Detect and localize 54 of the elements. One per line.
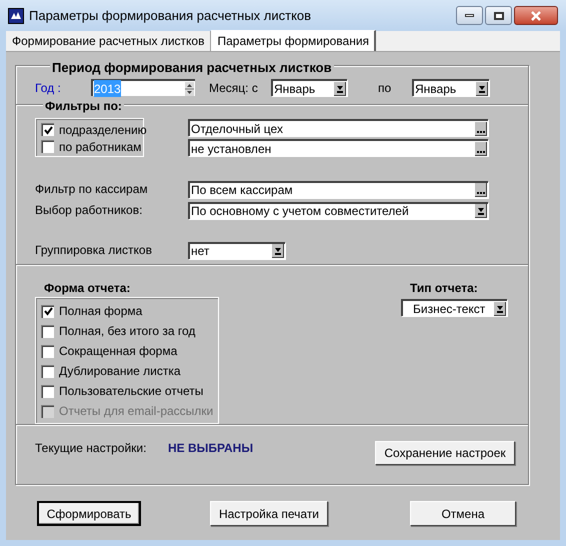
checkbox-label[interactable]: Пользовательские отчеты bbox=[59, 382, 204, 400]
field-label: Выбор работников: bbox=[35, 202, 144, 219]
field-label: по bbox=[378, 80, 392, 96]
month-dropdown[interactable]: Январь bbox=[412, 79, 489, 96]
field-label: Год : bbox=[35, 80, 62, 96]
dropdown-arrow-icon[interactable] bbox=[476, 82, 488, 96]
checkbox[interactable] bbox=[41, 324, 54, 338]
browse-button[interactable] bbox=[475, 142, 487, 156]
checkbox[interactable] bbox=[41, 344, 54, 358]
dropdown[interactable]: нет bbox=[188, 242, 285, 258]
field-label: Фильтр по кассирам bbox=[35, 181, 149, 198]
checkbox-label[interactable]: Сокращенная форма bbox=[59, 342, 178, 360]
section-title: Фильтры по: bbox=[43, 97, 124, 115]
checkbox-label: Отчеты для email-рассылки bbox=[59, 403, 214, 420]
dropdown[interactable]: По основному с учетом совместителей bbox=[188, 202, 488, 218]
save-settings-button[interactable]: Сохранение настроек bbox=[375, 441, 515, 465]
checkbox[interactable] bbox=[41, 304, 54, 318]
input-field[interactable]: По всем кассирам bbox=[188, 180, 488, 198]
dropdown-arrow-icon[interactable] bbox=[272, 244, 284, 258]
browse-button[interactable] bbox=[475, 183, 487, 197]
dropdown[interactable]: Бизнес-текст bbox=[401, 299, 507, 316]
checkbox[interactable] bbox=[41, 364, 54, 378]
section-title: Тип отчета: bbox=[409, 281, 479, 295]
dropdown-arrow-icon[interactable] bbox=[494, 302, 506, 316]
dropdown-arrow-icon[interactable] bbox=[475, 204, 487, 218]
section-title: Форма отчета: bbox=[43, 281, 132, 295]
checkbox[interactable] bbox=[41, 140, 54, 153]
dropdown-arrow-icon[interactable] bbox=[334, 82, 346, 96]
field-label: Месяц: с bbox=[209, 80, 259, 96]
input-field[interactable]: Отделочный цех bbox=[188, 119, 488, 136]
window-title: Параметры формирования расчетных листков bbox=[29, 6, 312, 25]
browse-button[interactable] bbox=[475, 122, 487, 136]
input-field[interactable]: не установлен bbox=[188, 139, 488, 156]
dialog-button[interactable]: Сформировать bbox=[37, 501, 141, 526]
close-button[interactable] bbox=[514, 6, 558, 25]
checkbox-label[interactable]: Полная, без итого за год bbox=[59, 322, 196, 340]
checkbox-label[interactable]: Полная форма bbox=[59, 302, 142, 320]
close-icon bbox=[530, 10, 542, 20]
dialog-button[interactable]: Отмена bbox=[410, 501, 516, 526]
app-icon bbox=[8, 8, 24, 24]
tab[interactable]: Параметры формирования bbox=[211, 30, 376, 51]
checkbox[interactable] bbox=[41, 123, 54, 136]
checkbox-label[interactable]: Дублирование листка bbox=[59, 362, 181, 380]
field-label: Текущие настройки: bbox=[35, 440, 148, 453]
status-text: НЕ ВЫБРАНЫ bbox=[168, 440, 254, 453]
month-dropdown[interactable]: Январь bbox=[271, 79, 347, 96]
spinner-arrows-icon[interactable] bbox=[185, 82, 194, 96]
field-label: Группировка листков bbox=[35, 242, 153, 259]
maximize-button[interactable] bbox=[485, 6, 512, 25]
checkbox[interactable] bbox=[41, 384, 54, 398]
checkbox-label[interactable]: по работникам bbox=[59, 138, 142, 156]
checkbox-label[interactable]: подразделению bbox=[59, 120, 147, 138]
minimize-button[interactable] bbox=[456, 6, 483, 25]
dialog-button[interactable]: Настройка печати bbox=[210, 501, 328, 526]
